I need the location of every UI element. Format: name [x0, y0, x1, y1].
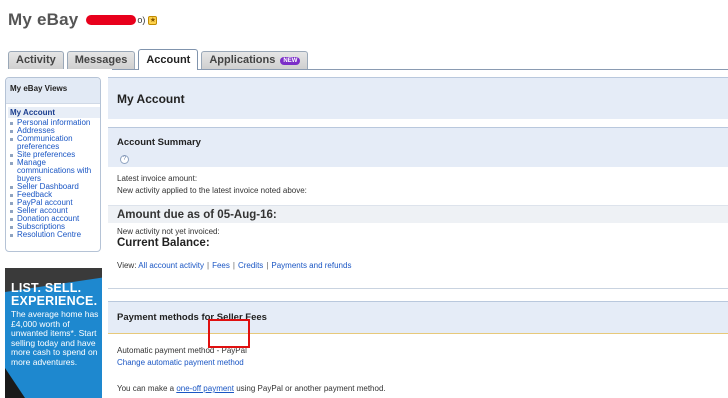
username-redacted	[86, 15, 137, 25]
ad-graphic	[5, 368, 25, 398]
tab-label: Account	[146, 53, 191, 66]
section-divider	[108, 288, 728, 289]
sidebar-heading: My eBay Views	[6, 78, 100, 104]
tab-underline	[112, 69, 728, 70]
current-balance-label: Current Balance:	[117, 237, 210, 249]
one-off-payment-link[interactable]: one-off payment	[176, 384, 234, 393]
sidebar-item-manage-communications[interactable]: Manage communications with buyers	[10, 159, 100, 183]
view-label: View:	[117, 261, 137, 270]
divider: |	[266, 261, 269, 270]
tab-bar: Activity Messages Account Applications NE…	[8, 49, 311, 70]
fees-link[interactable]: Fees	[212, 261, 230, 270]
divider: |	[232, 261, 235, 270]
latest-invoice-label: Latest invoice amount:	[117, 174, 198, 183]
sidebar-item-resolution-centre[interactable]: Resolution Centre	[10, 231, 100, 239]
new-badge: NEW	[280, 56, 301, 65]
ad-body: The average home has £4,000 worth of unw…	[11, 309, 99, 367]
star-icon: ★	[148, 15, 158, 25]
one-off-prefix: You can make a	[117, 384, 177, 393]
amount-due-heading: Amount due as of 05-Aug-16:	[108, 205, 728, 223]
account-summary-header: Account Summary ?	[108, 127, 728, 167]
automatic-payment-label: Automatic payment method	[117, 346, 215, 355]
payment-methods-header: Payment methods for Seller Fees	[108, 301, 728, 334]
amount-due-text: Amount due as of 05-Aug-16:	[117, 208, 277, 221]
tab-messages[interactable]: Messages	[66, 51, 136, 69]
tab-activity[interactable]: Activity	[8, 51, 64, 69]
not-invoiced-label: New activity not yet invoiced:	[117, 227, 220, 236]
feedback-score: o)	[137, 15, 146, 25]
page-header: My eBay o) ★	[8, 8, 158, 32]
change-automatic-payment-link[interactable]: Change automatic payment method	[108, 358, 728, 367]
help-icon[interactable]: ?	[120, 155, 129, 164]
tab-applications[interactable]: Applications NEW	[201, 51, 309, 69]
advertisement-banner[interactable]: LIST. SELL. EXPERIENCE. The average home…	[5, 268, 102, 398]
page-title: My eBay	[8, 10, 79, 29]
tab-label: Applications	[209, 54, 276, 66]
highlight-box	[208, 319, 250, 348]
my-account-title: My Account	[117, 91, 185, 106]
sidebar-group-my-account[interactable]: My Account	[8, 107, 100, 118]
sidebar-list: Personal information Addresses Communica…	[10, 119, 100, 239]
my-account-header: My Account	[108, 77, 728, 119]
one-off-payment-text: You can make a one-off payment using Pay…	[108, 384, 728, 393]
main-content: My Account Account Summary ? Latest invo…	[108, 77, 728, 398]
automatic-payment-row: Automatic payment method - PayPal	[108, 346, 728, 355]
tab-label: Activity	[16, 54, 56, 66]
credits-link[interactable]: Credits	[238, 261, 263, 270]
sidebar: My eBay Views My Account Personal inform…	[5, 77, 101, 252]
tab-label: Messages	[74, 54, 128, 66]
ad-headline: LIST. SELL. EXPERIENCE.	[11, 282, 97, 308]
all-account-activity-link[interactable]: All account activity	[138, 261, 204, 270]
divider: |	[207, 261, 210, 270]
one-off-suffix: using PayPal or another payment method.	[233, 384, 386, 393]
view-links-row: View: All account activity | Fees | Credits |…	[108, 261, 728, 270]
account-summary-title: Account Summary	[117, 137, 201, 148]
tab-account[interactable]: Account	[138, 49, 199, 70]
ad-headline-line-2: EXPERIENCE.	[11, 294, 98, 308]
sidebar-item-communication-preferences[interactable]: Communication preferences	[10, 135, 100, 151]
new-activity-applied-label: New activity applied to the latest invoi…	[117, 186, 307, 195]
payments-and-refunds-link[interactable]: Payments and refunds	[271, 261, 351, 270]
